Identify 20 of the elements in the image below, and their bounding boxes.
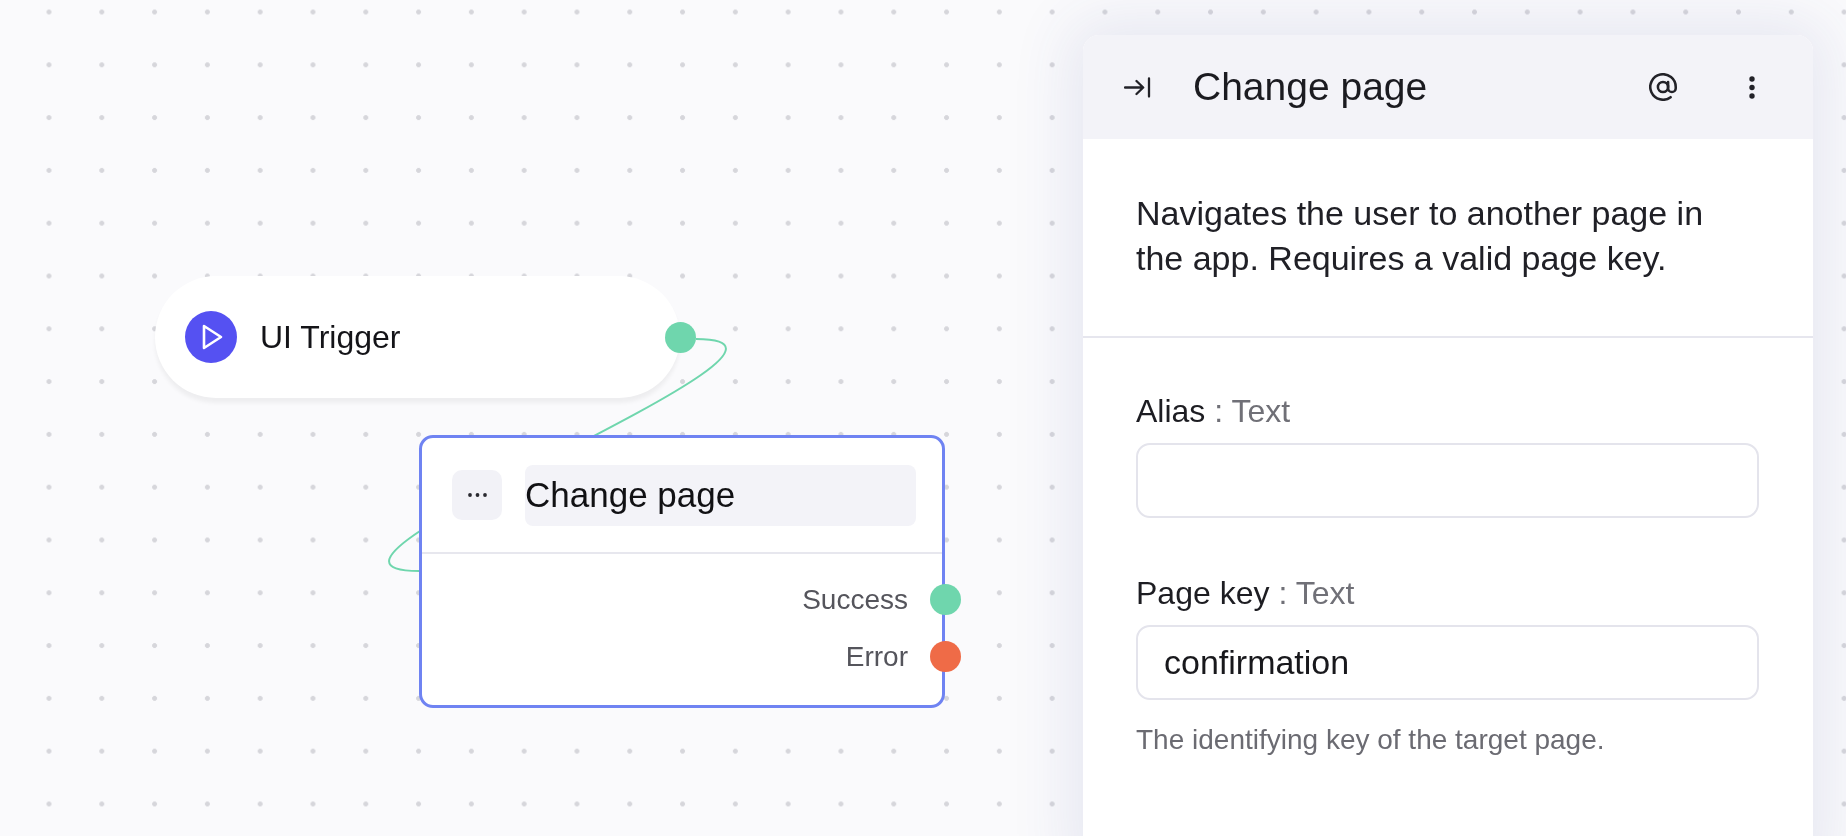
output-label: Error xyxy=(845,639,908,674)
output-label: Success xyxy=(802,582,908,617)
type-hint: : Text xyxy=(1278,574,1355,613)
play-icon xyxy=(185,311,237,363)
field-hint: The identifying key of the target page. xyxy=(1136,723,1606,757)
panel-title: Change page xyxy=(1193,64,1429,110)
at-sign-icon[interactable] xyxy=(1649,73,1677,101)
field-label: Alias xyxy=(1136,392,1206,431)
type-hint: : Text xyxy=(1214,392,1291,431)
trigger-node[interactable]: UI Trigger xyxy=(155,276,680,398)
collapse-icon[interactable] xyxy=(1124,76,1151,98)
input-field[interactable] xyxy=(1136,443,1759,518)
node-title: UI Trigger xyxy=(260,318,401,357)
field-label: Page key xyxy=(1136,574,1270,613)
node-title-field[interactable]: Change page xyxy=(525,464,916,526)
input-field[interactable]: confirmation xyxy=(1136,625,1759,700)
ellipsis-icon xyxy=(467,493,487,497)
description-text: Navigates the user to another page in the app. Requires a valid page key. xyxy=(1136,193,1705,279)
kebab-menu-icon[interactable] xyxy=(1749,75,1755,99)
action-node[interactable]: Change page Success Error xyxy=(419,435,945,708)
